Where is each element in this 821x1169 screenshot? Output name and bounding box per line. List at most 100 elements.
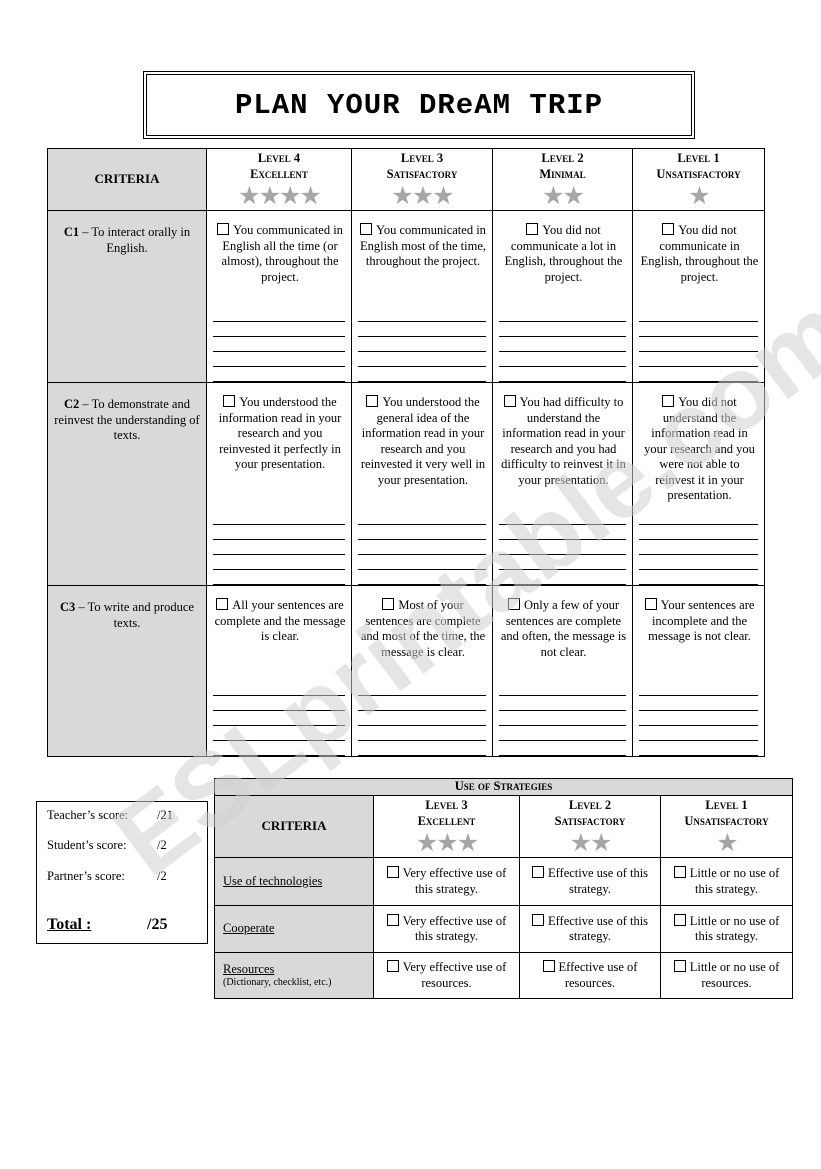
- total-label: Total :: [47, 916, 92, 933]
- descriptor-text: You understood the information read in y…: [218, 395, 342, 471]
- descriptor-cell: You had difficulty to understand the inf…: [492, 382, 633, 586]
- strategies-title: Use of Strategies: [454, 779, 553, 793]
- comment-lines[interactable]: [358, 307, 486, 382]
- checkbox[interactable]: [673, 960, 686, 972]
- comment-lines[interactable]: [358, 681, 486, 756]
- level-name: Excellent: [250, 167, 308, 181]
- star-rating-icon: ★★: [569, 830, 613, 857]
- student-score-label: Student’s score:: [47, 838, 127, 852]
- checkbox[interactable]: [366, 395, 379, 407]
- strategies-title-cell: Use of Strategies: [213, 778, 794, 796]
- checkbox[interactable]: [531, 866, 544, 878]
- checkbox[interactable]: [673, 913, 686, 926]
- level-header-cell: Level 1 Unsatisfactory ★: [659, 795, 794, 858]
- level-number: Level 2: [541, 151, 584, 165]
- descriptor-cell: Effective use of resources.: [519, 952, 661, 999]
- checkbox[interactable]: [217, 223, 230, 235]
- teacher-score-label: Teacher’s score:: [47, 808, 129, 822]
- checkbox[interactable]: [662, 395, 675, 407]
- level-number: Level 1: [705, 798, 748, 812]
- checkbox[interactable]: [542, 960, 555, 972]
- level-number: Level 4: [257, 151, 301, 165]
- comment-lines[interactable]: [358, 510, 486, 585]
- checkbox[interactable]: [216, 598, 229, 610]
- descriptor-cell: You did not communicate in English, thro…: [632, 210, 765, 383]
- star-rating-icon: ★★★★: [238, 183, 322, 210]
- comment-lines[interactable]: [213, 681, 345, 756]
- descriptor-cell: Only a few of your sentences are complet…: [492, 585, 633, 757]
- descriptor-cell: You understood the general idea of the i…: [351, 382, 493, 586]
- criterion-code: C2: [64, 397, 80, 411]
- descriptor-text: You communicated in English most of the …: [359, 223, 487, 268]
- level-header-cell: Level 2 Minimal ★★: [492, 148, 633, 211]
- rubric-row: C2 – To demonstrate and reinvest the und…: [47, 382, 765, 586]
- checkbox[interactable]: [644, 598, 657, 610]
- level-name: Minimal: [539, 167, 586, 181]
- strategies-header-row: CRITERIA Level 3 Excellent ★★★ Level 2 Satisf…: [214, 795, 794, 858]
- checkbox[interactable]: [386, 913, 399, 926]
- criterion-text: – To write and produce texts.: [75, 600, 194, 630]
- criterion-text: – To interact orally in English.: [79, 225, 191, 255]
- checkbox[interactable]: [526, 223, 539, 235]
- descriptor-cell: You communicated in English most of the …: [351, 210, 493, 383]
- strategy-name: Cooperate: [223, 921, 275, 936]
- level-header-cell: Level 3 Excellent ★★★: [373, 795, 520, 858]
- teacher-score-value: /21: [157, 808, 173, 822]
- checkbox[interactable]: [507, 598, 520, 610]
- level-name: Satisfactory: [386, 167, 458, 181]
- level-header-cell: Level 1 Unsatisfactory ★: [632, 148, 765, 211]
- descriptor-text: Most of your sentences are complete and …: [360, 598, 486, 659]
- comment-lines[interactable]: [213, 307, 345, 382]
- page-title: PLAN YOUR DReAM TRIP: [234, 88, 604, 122]
- title-box: PLAN YOUR DReAM TRIP: [143, 71, 695, 139]
- criterion-code: C1: [63, 225, 80, 239]
- checkbox[interactable]: [662, 223, 675, 235]
- descriptor-cell: You did not communicate a lot in English…: [492, 210, 633, 383]
- criteria-header-cell: CRITERIA: [47, 148, 207, 211]
- comment-lines[interactable]: [499, 510, 626, 585]
- criterion-cell: C3 – To write and produce texts.: [47, 585, 207, 757]
- descriptor-text: Your sentences are incomplete and the me…: [648, 598, 755, 643]
- checkbox[interactable]: [531, 913, 544, 926]
- level-number: Level 1: [677, 151, 720, 165]
- descriptor-cell: Very effective use of this strategy.: [373, 857, 520, 906]
- star-rating-icon: ★★★: [391, 183, 454, 210]
- descriptor-cell: Effective use of this strategy.: [519, 857, 661, 906]
- strategies-table: Use of Strategies CRITERIA Level 3 Excellen…: [213, 778, 794, 999]
- level-name: Unsatisfactory: [684, 814, 769, 828]
- level-header-cell: Level 4 Excellent ★★★★: [206, 148, 352, 211]
- strategies-title-row: Use of Strategies: [213, 778, 794, 796]
- descriptor-text: All your sentences are complete and the …: [214, 598, 346, 643]
- strategy-criterion-cell: Cooperate: [214, 905, 374, 953]
- comment-lines[interactable]: [499, 307, 626, 382]
- descriptor-text: Little or no use of resources.: [689, 960, 780, 990]
- comment-lines[interactable]: [639, 510, 758, 585]
- checkbox[interactable]: [360, 223, 373, 235]
- total-value: /25: [147, 916, 168, 933]
- checkbox[interactable]: [386, 960, 399, 972]
- checkbox[interactable]: [503, 395, 516, 407]
- rubric-header-row: CRITERIA Level 4 Excellent ★★★★ Level 3 Satis…: [47, 148, 765, 211]
- comment-lines[interactable]: [639, 307, 758, 382]
- checkbox[interactable]: [382, 598, 395, 610]
- descriptor-cell: Very effective use of resources.: [373, 952, 520, 999]
- descriptor-text: Very effective use of resources.: [402, 960, 507, 990]
- strategy-row: Resources (Dictionary, checklist, etc.) Ve…: [214, 952, 794, 999]
- descriptor-cell: Very effective use of this strategy.: [373, 905, 520, 953]
- checkbox[interactable]: [223, 395, 236, 407]
- descriptor-text: You understood the general idea of the i…: [360, 395, 486, 487]
- descriptor-cell: Little or no use of this strategy.: [659, 857, 794, 906]
- descriptor-cell: Your sentences are incomplete and the me…: [632, 585, 765, 757]
- star-rating-icon: ★★: [542, 183, 585, 210]
- comment-lines[interactable]: [499, 681, 626, 756]
- level-number: Level 2: [568, 798, 612, 812]
- descriptor-text: Little or no use of this strategy.: [689, 913, 780, 944]
- checkbox[interactable]: [386, 866, 399, 878]
- level-number: Level 3: [425, 798, 468, 812]
- criteria-header: CRITERIA: [261, 818, 327, 834]
- comment-lines[interactable]: [213, 510, 345, 585]
- comment-lines[interactable]: [639, 681, 758, 756]
- descriptor-cell: All your sentences are complete and the …: [206, 585, 352, 757]
- checkbox[interactable]: [673, 866, 686, 878]
- strategy-criterion-cell: Use of technologies: [214, 857, 374, 906]
